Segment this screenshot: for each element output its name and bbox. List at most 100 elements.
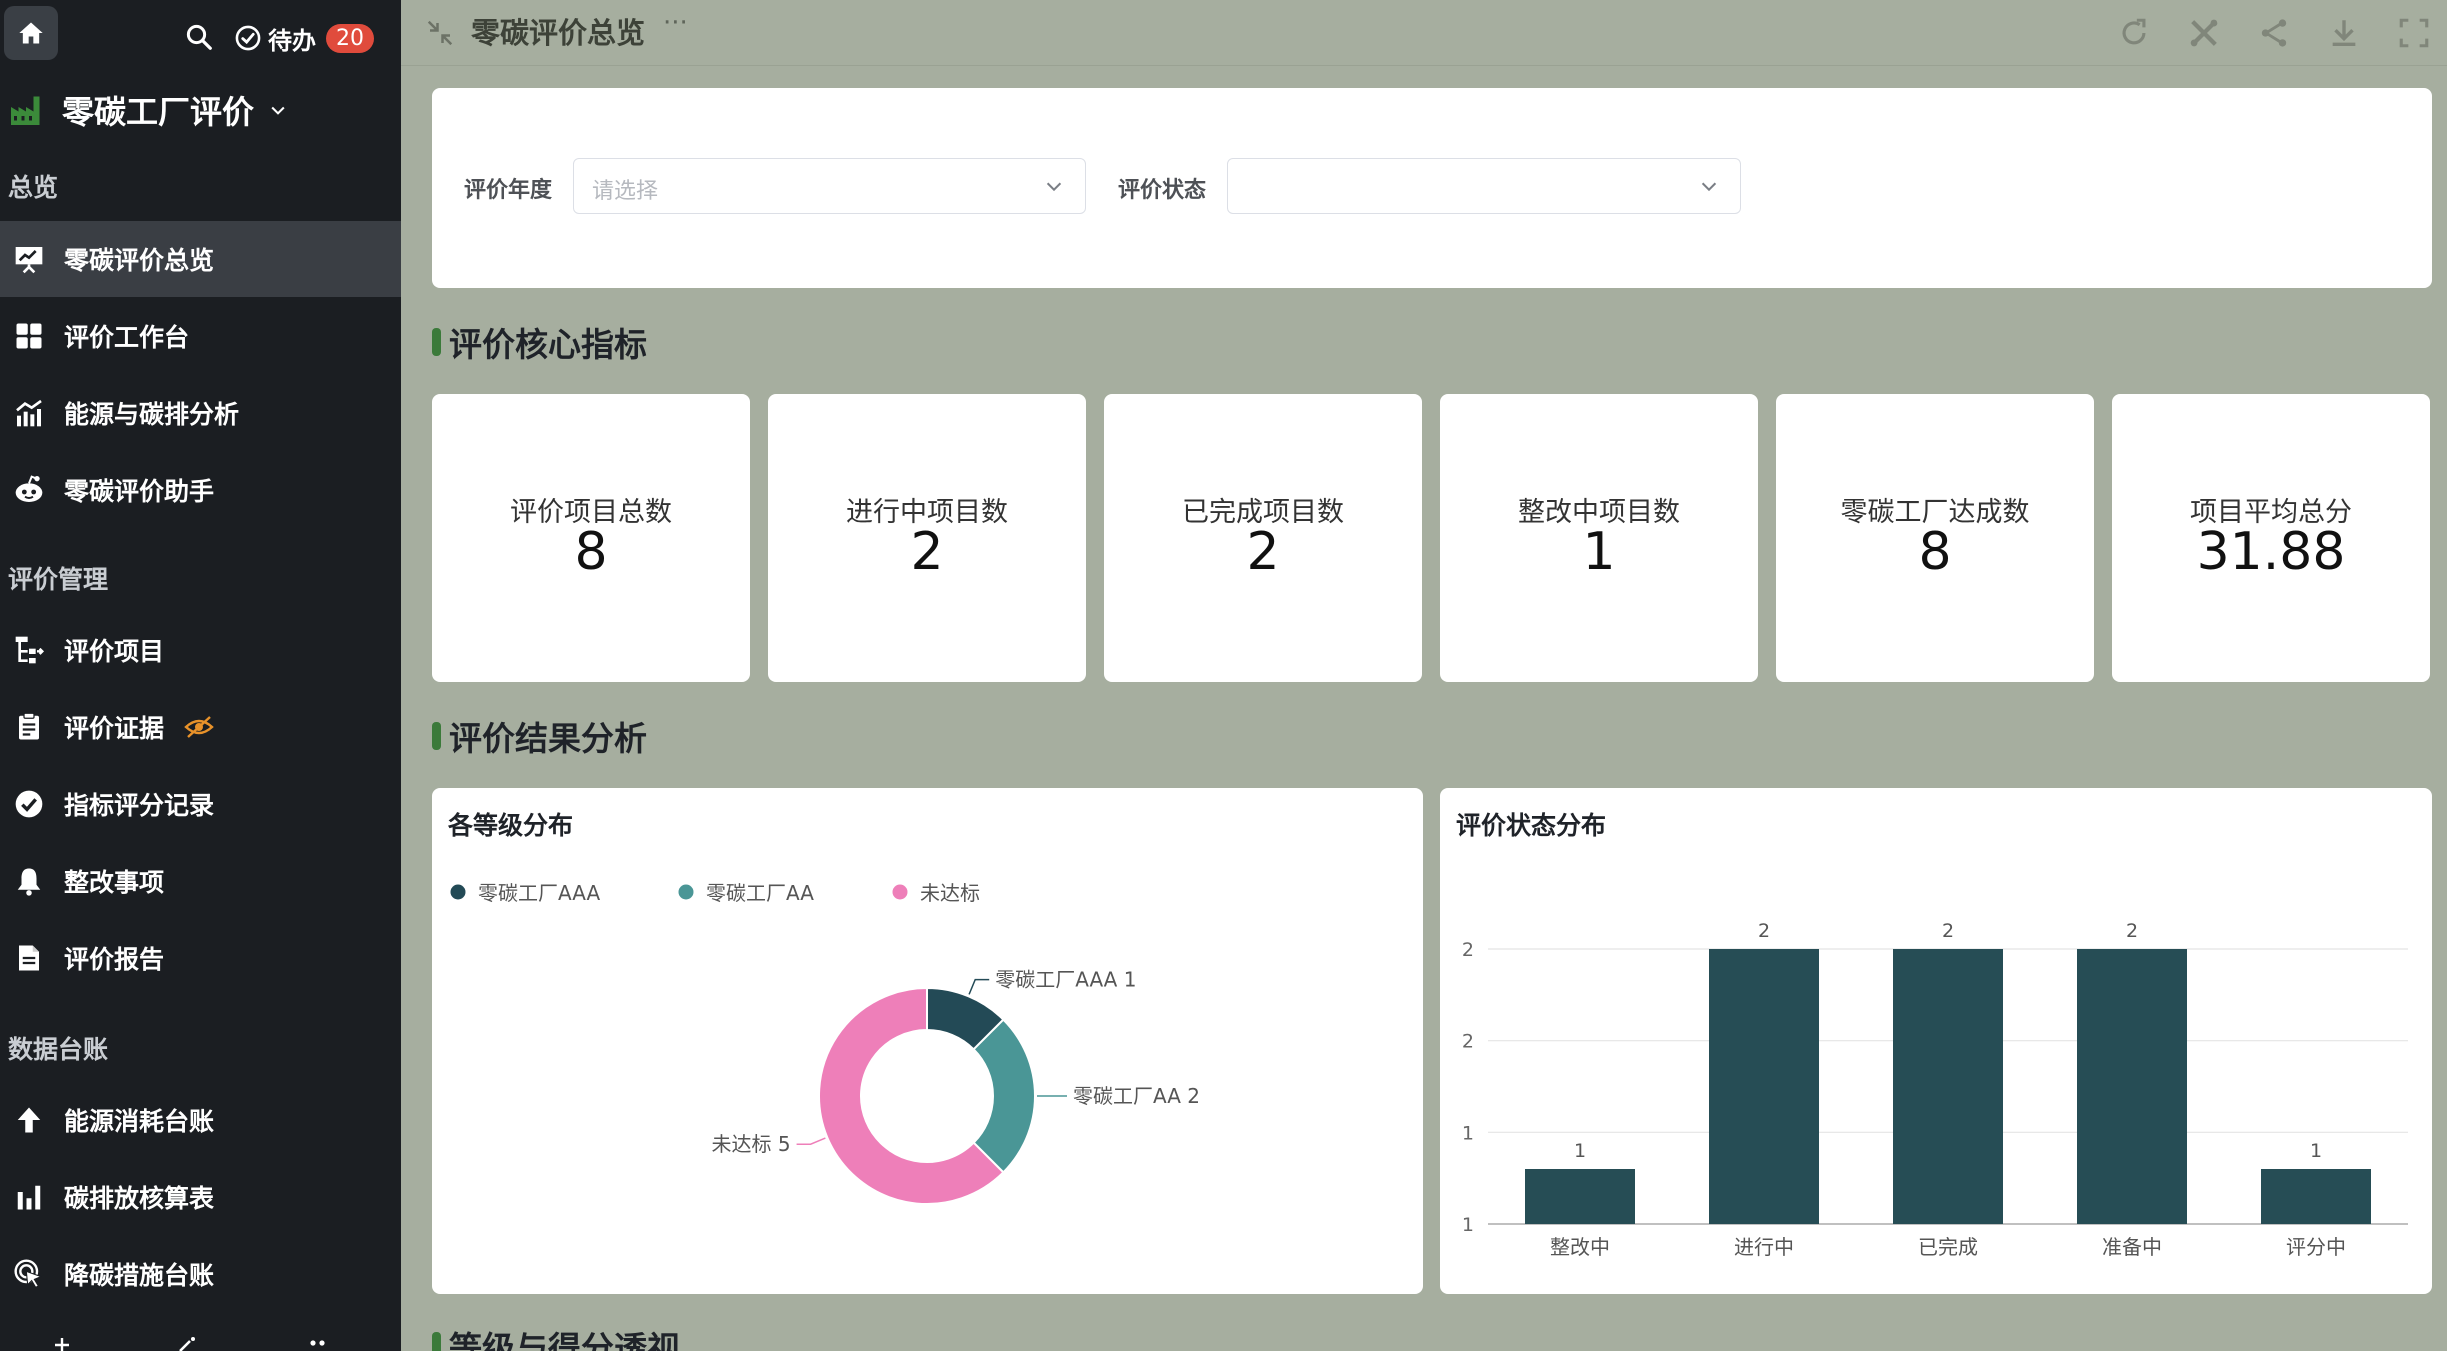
refresh-icon[interactable]	[2117, 16, 2151, 50]
kpi-card-rectifying: 整改中项目数 1	[1440, 394, 1758, 682]
kpi-section-header: 评价核心指标	[432, 318, 647, 366]
factory-icon	[11, 96, 40, 125]
sidebar-item-label: 零碳评价助手	[64, 477, 215, 506]
year-select[interactable]: 请选择	[573, 158, 1086, 214]
legend-marker	[450, 884, 466, 900]
magic-wand-icon[interactable]	[176, 1334, 200, 1351]
sidebar-item-label: 评价报告	[64, 945, 165, 974]
fullscreen-icon[interactable]	[2397, 16, 2431, 50]
year-select-placeholder: 请选择	[592, 179, 659, 204]
bar-chart-icon	[12, 1180, 46, 1214]
home-icon	[19, 22, 43, 44]
nav-section-ledger: 数据台账	[8, 1035, 109, 1064]
more-dots-icon[interactable]	[306, 1334, 330, 1351]
kpi-value: 1	[1582, 522, 1616, 582]
y-tick-label: 2	[1462, 1031, 1474, 1053]
page-actions	[2117, 16, 2431, 50]
home-button[interactable]	[4, 6, 58, 60]
legend-label: 零碳工厂AAA	[478, 881, 600, 905]
status-select[interactable]	[1227, 158, 1741, 214]
x-tick-label: 评分中	[2286, 1235, 2346, 1259]
kpi-value: 31.88	[2196, 522, 2346, 582]
robot-icon	[12, 473, 46, 507]
x-tick-label: 准备中	[2102, 1235, 2162, 1259]
kpi-card-zero-carbon-achieved: 零碳工厂达成数 8	[1776, 394, 2094, 682]
status-filter-label: 评价状态	[1118, 178, 1207, 203]
more-menu[interactable]: ···	[663, 8, 688, 38]
sidebar-item-reduction-ledger[interactable]: 降碳措施台账	[0, 1236, 401, 1312]
bar	[2261, 1169, 2371, 1224]
y-tick-label: 1	[1462, 1214, 1474, 1236]
legend-label: 未达标	[920, 881, 980, 905]
line-bar-chart-icon	[12, 396, 46, 430]
sidebar-item-label: 评价证据	[64, 714, 165, 743]
sidebar-item-evidence[interactable]: 评价证据	[0, 689, 401, 765]
bar-value-label: 1	[1574, 1140, 1586, 1162]
sidebar-item-score-records[interactable]: 指标评分记录	[0, 766, 401, 842]
grid-icon	[12, 319, 46, 353]
legend-label: 零碳工厂AA	[706, 881, 814, 905]
cursor-click-icon	[12, 1257, 46, 1291]
sidebar-footer-toolbar	[0, 1330, 401, 1351]
sidebar-item-rectification[interactable]: 整改事项	[0, 843, 401, 919]
clipboard-icon	[12, 710, 46, 744]
x-tick-label: 整改中	[1550, 1235, 1610, 1259]
legend-marker	[678, 884, 694, 900]
sidebar-item-label: 碳排放核算表	[64, 1184, 215, 1213]
bar	[1525, 1169, 1635, 1224]
status-bar-chart: 1 1 2 2 1 整改中 2 进行中 2 已完成 2 准备中 1 评分中	[1462, 920, 2408, 1259]
analysis-section-title: 评价结果分析	[449, 719, 647, 758]
collapse-arrows-icon[interactable]	[425, 18, 455, 48]
sidebar-item-label: 能源消耗台账	[64, 1107, 215, 1136]
page-tabbar: 零碳评价总览 ···	[401, 0, 2447, 66]
grade-distribution-card: 各等级分布 零碳工厂AAA 零碳工厂AA 未达标 零碳工厂AAA 1 零碳工厂AA 2未…	[432, 788, 1423, 1294]
download-icon[interactable]	[2327, 16, 2361, 50]
bar-value-label: 2	[1758, 920, 1770, 942]
grade-donut-chart: 零碳工厂AAA 零碳工厂AA 未达标零碳工厂AAA 1 零碳工厂AA 2 未达标 5	[450, 881, 1200, 1205]
slice-label: 零碳工厂AAA 1	[995, 968, 1136, 992]
status-distribution-card: 评价状态分布 1 1 2 2 1 整改中 2 进行中 2 已完成 2 准备中 1 评分中	[1440, 788, 2432, 1294]
bar-value-label: 2	[2126, 920, 2138, 942]
bottom-section-title: 等级与得分透视	[449, 1329, 680, 1351]
sidebar-item-projects[interactable]: 评价项目	[0, 612, 401, 688]
sidebar-item-label: 降碳措施台账	[64, 1261, 215, 1290]
x-tick-label: 已完成	[1918, 1235, 1978, 1259]
kpi-value: 2	[1246, 522, 1280, 582]
todo-button[interactable]: 待办 20	[234, 18, 374, 58]
sidebar: 待办 20 零碳工厂评价 总览 零碳评价总览 评价工作台 能源与碳排分析 零碳评…	[0, 0, 401, 1351]
sidebar-item-energy-ledger[interactable]: 能源消耗台账	[0, 1082, 401, 1158]
bell-icon	[12, 864, 46, 898]
kpi-card-in-progress: 进行中项目数 2	[768, 394, 1086, 682]
sidebar-item-energy-analysis[interactable]: 能源与碳排分析	[0, 375, 401, 451]
donut-slice	[972, 1018, 1037, 1174]
chevron-down-icon	[1046, 182, 1062, 192]
section-accent-bar	[432, 722, 441, 750]
sidebar-item-carbon-accounting[interactable]: 碳排放核算表	[0, 1159, 401, 1235]
search-button[interactable]	[184, 22, 214, 52]
kpi-value: 8	[574, 522, 608, 582]
kpi-value: 8	[1918, 522, 1952, 582]
app-switcher[interactable]: 零碳工厂评价	[8, 88, 288, 132]
document-icon	[12, 941, 46, 975]
bar-value-label: 2	[1942, 920, 1954, 942]
todo-count-badge: 20	[326, 23, 374, 53]
year-filter-label: 评价年度	[464, 178, 553, 203]
section-accent-bar	[432, 328, 441, 356]
share-icon[interactable]	[2257, 16, 2291, 50]
slice-label: 未达标 5	[711, 1132, 790, 1156]
page-title: 零碳评价总览	[471, 16, 646, 50]
sidebar-item-assistant[interactable]: 零碳评价助手	[0, 452, 401, 528]
chevron-down-icon	[271, 106, 285, 115]
leader-line	[796, 1137, 826, 1145]
sidebar-item-overview[interactable]: 零碳评价总览	[0, 221, 401, 297]
sidebar-item-label: 零碳评价总览	[64, 246, 215, 275]
flow-icon	[12, 633, 46, 667]
tools-icon[interactable]	[2187, 16, 2221, 50]
sidebar-item-label: 指标评分记录	[64, 791, 215, 820]
sidebar-item-workbench[interactable]: 评价工作台	[0, 298, 401, 374]
sidebar-item-label: 能源与碳排分析	[64, 400, 240, 429]
sidebar-item-reports[interactable]: 评价报告	[0, 920, 401, 996]
presentation-chart-icon	[12, 242, 46, 276]
nav-section-overview: 总览	[8, 173, 59, 202]
plus-icon[interactable]	[50, 1334, 74, 1351]
